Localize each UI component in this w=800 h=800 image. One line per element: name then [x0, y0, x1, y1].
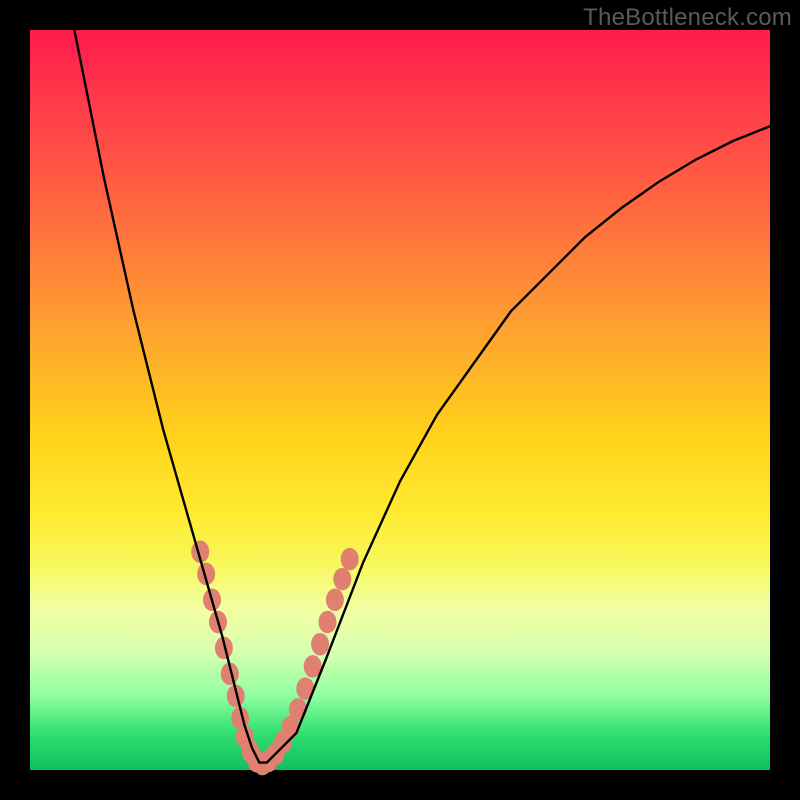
chart-svg — [30, 30, 770, 770]
markers-group — [191, 540, 358, 775]
highlight-dot — [333, 568, 351, 591]
highlight-dot — [311, 633, 329, 656]
plot-area — [30, 30, 770, 770]
watermark-text: TheBottleneck.com — [583, 4, 792, 32]
outer-frame: TheBottleneck.com — [0, 0, 800, 800]
highlight-dot — [318, 611, 336, 634]
bottleneck-curve — [74, 30, 770, 763]
highlight-dot — [289, 698, 307, 721]
highlight-dot — [326, 589, 344, 612]
highlight-dot — [341, 548, 359, 571]
